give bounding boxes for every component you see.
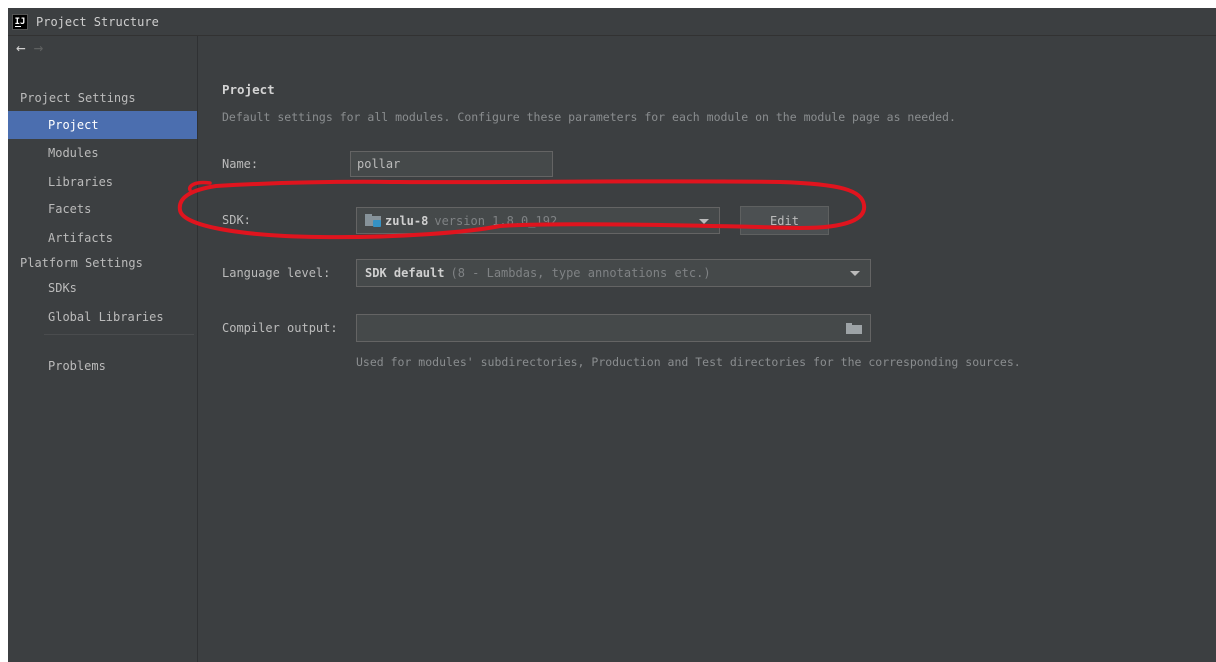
compiler-output-label: Compiler output:	[222, 321, 338, 335]
compiler-output-field[interactable]	[356, 314, 871, 342]
arrow-right-icon[interactable]: →	[34, 38, 44, 57]
sdk-dropdown[interactable]: zulu-8 version 1.8.0_192	[356, 207, 720, 234]
compiler-output-hint: Used for modules' subdirectories, Produc…	[356, 355, 1021, 369]
sidebar-item-problems[interactable]: Problems	[8, 352, 197, 380]
project-settings-panel: Project Default settings for all modules…	[198, 36, 1216, 662]
navigation-arrows: ← →	[16, 38, 43, 57]
intellij-app-icon: IJ	[12, 13, 28, 30]
sidebar-divider	[44, 334, 194, 335]
chevron-down-icon	[699, 219, 709, 224]
folder-open-icon[interactable]	[846, 323, 862, 334]
project-structure-window: IJ Project Structure ← → Project Settings…	[8, 8, 1216, 662]
project-name-input[interactable]	[350, 151, 553, 177]
title-bar: IJ Project Structure	[8, 8, 1216, 36]
sidebar-item-modules[interactable]: Modules	[8, 139, 197, 167]
sidebar-item-facets[interactable]: Facets	[8, 195, 197, 223]
sdk-folder-icon	[365, 214, 381, 227]
sidebar-item-artifacts[interactable]: Artifacts	[8, 224, 197, 252]
language-level-dropdown[interactable]: SDK default (8 - Lambdas, type annotation…	[356, 259, 871, 287]
arrow-left-icon[interactable]: ←	[16, 38, 26, 57]
sidebar-item-libraries[interactable]: Libraries	[8, 168, 197, 196]
sidebar-item-global-libraries[interactable]: Global Libraries	[8, 303, 197, 331]
name-label: Name:	[222, 157, 259, 171]
platform-settings-header: Platform Settings	[20, 256, 143, 270]
page-title: Project	[222, 82, 275, 97]
chevron-down-icon	[850, 271, 860, 276]
sdk-label: SDK:	[222, 213, 251, 227]
language-level-label: Language level:	[222, 266, 331, 280]
language-level-value: SDK default	[365, 266, 445, 280]
sidebar: ← → Project Settings Project Modules Libr…	[8, 36, 198, 662]
language-level-detail: (8 - Lambdas, type annotations etc.)	[450, 266, 711, 280]
edit-sdk-button[interactable]: Edit	[740, 206, 829, 235]
window-title: Project Structure	[36, 14, 159, 29]
sdk-version: version 1.8.0_192	[434, 213, 558, 228]
project-settings-header: Project Settings	[20, 91, 136, 105]
page-description: Default settings for all modules. Config…	[222, 110, 956, 124]
sidebar-item-sdks[interactable]: SDKs	[8, 274, 197, 302]
sidebar-item-project[interactable]: Project	[8, 111, 197, 139]
sdk-name: zulu-8	[385, 213, 429, 228]
